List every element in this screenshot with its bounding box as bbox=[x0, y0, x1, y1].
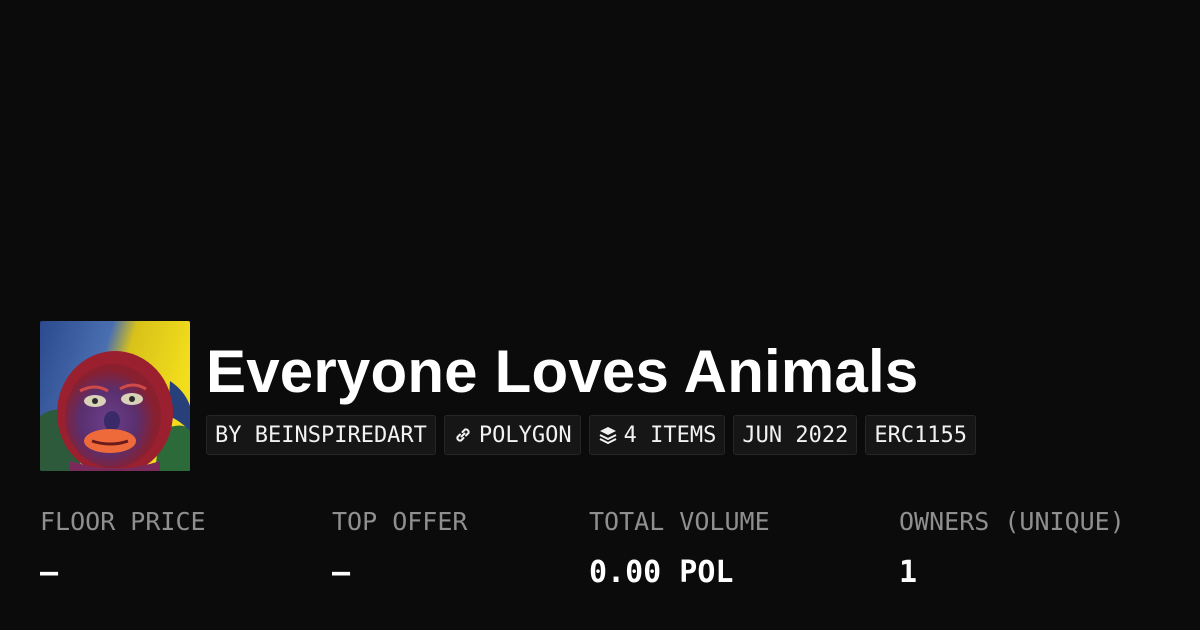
chain-tag[interactable]: POLYGON bbox=[443, 415, 581, 455]
standard-tag: ERC1155 bbox=[865, 415, 977, 455]
top-offer-label: TOP OFFER bbox=[332, 507, 468, 536]
floor-price-label: FLOOR PRICE bbox=[40, 507, 206, 536]
owners-label: OWNERS (UNIQUE) bbox=[899, 507, 1125, 536]
floor-price-stat: FLOOR PRICE – bbox=[40, 506, 206, 590]
items-tag[interactable]: 4 ITEMS bbox=[588, 415, 726, 455]
link-icon bbox=[456, 428, 470, 442]
chain-tag-label: POLYGON bbox=[478, 422, 572, 448]
owners-stat: OWNERS (UNIQUE) 1 bbox=[899, 506, 1125, 590]
top-offer-value: – bbox=[332, 555, 351, 590]
collection-title: Everyone Loves Animals bbox=[206, 338, 919, 405]
layers-icon bbox=[599, 427, 617, 444]
date-tag: JUN 2022 bbox=[733, 415, 858, 455]
collection-share-card: Everyone Loves Animals BY BEINSPIREDART … bbox=[0, 0, 1200, 630]
floor-price-value: – bbox=[40, 555, 59, 590]
creator-tag-label: BY BEINSPIREDART bbox=[215, 422, 427, 448]
collection-tags: BY BEINSPIREDART POLYGON 4 ITEMS JUN 202… bbox=[206, 415, 977, 455]
total-volume-label: TOTAL VOLUME bbox=[589, 507, 770, 536]
top-offer-stat: TOP OFFER – bbox=[332, 506, 467, 590]
creator-tag[interactable]: BY BEINSPIREDART bbox=[206, 415, 436, 455]
total-volume-value: 0.00 POL bbox=[589, 555, 734, 590]
owners-value: 1 bbox=[899, 555, 918, 590]
standard-tag-label: ERC1155 bbox=[874, 422, 968, 448]
animal-painting-image bbox=[40, 321, 190, 471]
items-tag-label: 4 ITEMS bbox=[623, 422, 717, 448]
collection-avatar bbox=[40, 321, 190, 471]
total-volume-stat: TOTAL VOLUME 0.00 POL bbox=[589, 506, 770, 590]
date-tag-label: JUN 2022 bbox=[742, 422, 849, 448]
